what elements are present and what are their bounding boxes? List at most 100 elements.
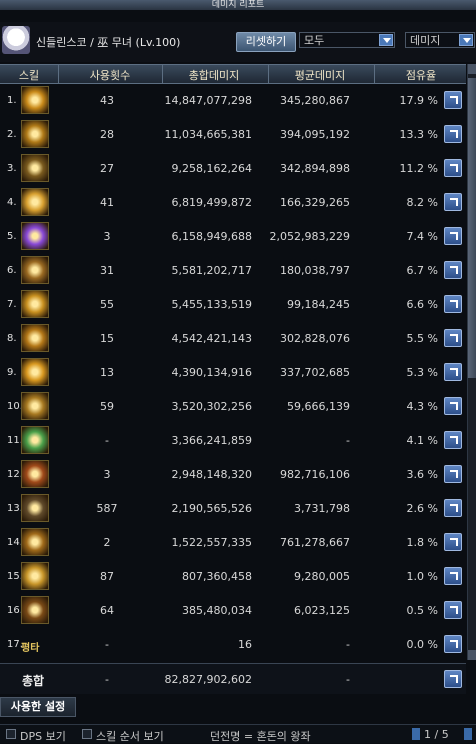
row-number: 8. — [7, 333, 17, 344]
row-total-damage: 6,158,949,688 — [171, 230, 252, 243]
share-icon[interactable] — [444, 193, 462, 211]
row-avg-damage: 342,894,898 — [280, 162, 350, 175]
row-share: 6.6 % — [406, 298, 438, 311]
row-share: 17.9 % — [399, 94, 438, 107]
row-total-damage: 1,522,557,335 — [171, 536, 252, 549]
row-uses: 43 — [100, 94, 114, 107]
scroll-down-icon[interactable] — [468, 650, 476, 660]
dps-checkbox[interactable] — [6, 729, 16, 739]
skill-icon — [21, 562, 49, 590]
row-share: 5.5 % — [406, 332, 438, 345]
col-skill: 스킬 — [18, 69, 40, 82]
table-row: 17. 평타 - 16 - 0.0 % — [0, 628, 466, 662]
skill-icon — [21, 494, 49, 522]
row-uses: - — [105, 434, 109, 447]
row-total-damage: 14,847,077,298 — [164, 94, 252, 107]
row-total-damage: 6,819,499,872 — [171, 196, 252, 209]
share-icon[interactable] — [444, 363, 462, 381]
row-avg-damage: 337,702,685 — [280, 366, 350, 379]
scroll-up-icon[interactable] — [468, 64, 476, 74]
row-avg-damage: 180,038,797 — [280, 264, 350, 277]
sort-select[interactable]: 데미지 — [405, 32, 475, 48]
skill-icon — [21, 222, 49, 250]
share-icon[interactable] — [444, 670, 462, 688]
row-avg-damage: 9,280,005 — [294, 570, 350, 583]
table-row: 7. 55 5,455,133,519 99,184,245 6.6 % — [0, 288, 466, 322]
row-total-damage: 5,581,202,717 — [171, 264, 252, 277]
share-icon[interactable] — [444, 635, 462, 653]
footer-bar: DPS 보기 스킬 순서 보기 던전명 = 혼돈의 왕좌 1 / 5 — [0, 724, 476, 743]
table-row: 9. 13 4,390,134,916 337,702,685 5.3 % — [0, 356, 466, 390]
settings-tab[interactable]: 사용한 설정 — [0, 697, 76, 717]
total-avg: - — [346, 673, 350, 686]
row-avg-damage: 6,023,125 — [294, 604, 350, 617]
row-uses: 3 — [103, 468, 111, 481]
next-page-icon[interactable] — [464, 728, 472, 740]
filter-select[interactable]: 모두 — [299, 32, 395, 48]
row-total-damage: 3,366,241,859 — [171, 434, 252, 447]
sort-select-value: 데미지 — [410, 34, 441, 47]
share-icon[interactable] — [444, 601, 462, 619]
row-share: 5.3 % — [406, 366, 438, 379]
share-icon[interactable] — [444, 431, 462, 449]
row-total-damage: 9,258,162,264 — [171, 162, 252, 175]
row-number: 5. — [7, 231, 17, 242]
row-share: 7.4 % — [406, 230, 438, 243]
row-total-damage: 2,190,565,526 — [171, 502, 252, 515]
row-total-damage: 2,948,148,320 — [171, 468, 252, 481]
share-icon[interactable] — [444, 159, 462, 177]
table-row: 5. 3 6,158,949,688 2,052,983,229 7.4 % — [0, 220, 466, 254]
col-uses: 사용횟수 — [89, 69, 131, 82]
scrollbar[interactable] — [467, 64, 476, 660]
divider — [162, 65, 163, 83]
column-header: 스킬 사용횟수 총합데미지 평균데미지 점유율 — [0, 64, 466, 84]
row-uses: 2 — [103, 536, 111, 549]
row-number: 1. — [7, 95, 17, 106]
divider — [374, 65, 375, 83]
table-row: 10. 59 3,520,302,256 59,666,139 4.3 % — [0, 390, 466, 424]
scroll-thumb[interactable] — [468, 78, 476, 378]
reset-button[interactable]: 리셋하기 — [236, 32, 296, 52]
row-number: 3. — [7, 163, 17, 174]
share-icon[interactable] — [444, 261, 462, 279]
row-total-damage: 3,520,302,256 — [171, 400, 252, 413]
row-uses: 13 — [100, 366, 114, 379]
chevron-down-icon[interactable] — [379, 34, 393, 46]
table-row: 11. - 3,366,241,859 - 4.1 % — [0, 424, 466, 458]
table-row: 4. 41 6,819,499,872 166,329,265 8.2 % — [0, 186, 466, 220]
share-icon[interactable] — [444, 91, 462, 109]
filter-select-value: 모두 — [304, 34, 325, 47]
share-icon[interactable] — [444, 125, 462, 143]
skill-icon — [21, 86, 49, 114]
share-icon[interactable] — [444, 397, 462, 415]
row-share: 3.6 % — [406, 468, 438, 481]
skill-icon — [21, 596, 49, 624]
share-icon[interactable] — [444, 295, 462, 313]
divider — [268, 65, 269, 83]
row-number: 9. — [7, 367, 17, 378]
avatar — [2, 26, 30, 54]
row-total-damage: 4,542,421,143 — [171, 332, 252, 345]
row-share: 4.1 % — [406, 434, 438, 447]
share-icon[interactable] — [444, 465, 462, 483]
table-row: 8. 15 4,542,421,143 302,828,076 5.5 % — [0, 322, 466, 356]
skill-icon — [21, 120, 49, 148]
row-uses: 87 — [100, 570, 114, 583]
skill-icon — [21, 426, 49, 454]
row-avg-damage: 394,095,192 — [280, 128, 350, 141]
row-avg-damage: 59,666,139 — [287, 400, 350, 413]
row-uses: 27 — [100, 162, 114, 175]
chevron-down-icon[interactable] — [459, 34, 473, 46]
share-icon[interactable] — [444, 567, 462, 585]
share-icon[interactable] — [444, 227, 462, 245]
skill-order-checkbox[interactable] — [82, 729, 92, 739]
share-icon[interactable] — [444, 533, 462, 551]
row-uses: 28 — [100, 128, 114, 141]
share-icon[interactable] — [444, 329, 462, 347]
total-damage: 82,827,902,602 — [164, 673, 252, 686]
prev-page-icon[interactable] — [412, 728, 420, 740]
row-number: 4. — [7, 197, 17, 208]
share-icon[interactable] — [444, 499, 462, 517]
window-title: 데미지 리포트 — [0, 0, 476, 10]
skill-icon — [21, 324, 49, 352]
